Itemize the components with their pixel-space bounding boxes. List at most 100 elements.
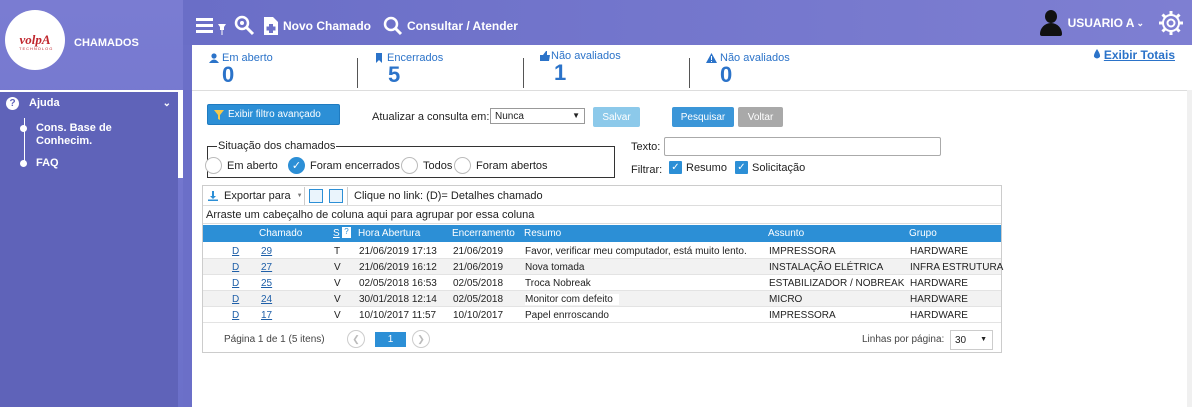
table-row[interactable]: D 25 V 02/05/2018 16:53 02/05/2018 Troca… — [203, 275, 1001, 291]
table-row[interactable]: D 24 V 30/01/2018 12:14 02/05/2018 Monit… — [203, 291, 1001, 307]
dropdown-arrow-icon: ▼ — [572, 111, 580, 120]
filter-label: Filtrar: — [631, 164, 663, 176]
avatar — [1039, 10, 1062, 36]
sidebar-item-help[interactable]: ? Ajuda ⌄ — [6, 95, 171, 111]
stat-open[interactable]: Em aberto 0 — [209, 52, 273, 86]
show-totals-label: Exibir Totais — [1103, 48, 1175, 62]
main-scrollbar[interactable] — [1187, 90, 1192, 407]
text-search-input[interactable] — [664, 137, 941, 156]
new-ticket-label: Novo Chamado — [283, 19, 372, 33]
ticket-link[interactable]: 29 — [261, 246, 272, 257]
column-header-chamado[interactable]: Chamado — [259, 228, 302, 239]
radio-label: Foram encerrados — [310, 159, 400, 172]
grid-header: Chamado S ? Hora Abertura Encerramento R… — [203, 225, 1001, 242]
sidebar-scrollbar[interactable] — [178, 90, 183, 178]
drop-icon — [1093, 49, 1100, 59]
user-menu[interactable]: USUARIO A ⌄ — [1039, 10, 1184, 36]
group-cell: HARDWARE — [910, 278, 968, 289]
details-link[interactable]: D — [232, 262, 239, 273]
column-header-group[interactable]: Grupo — [909, 228, 937, 239]
consult-button[interactable]: Consultar / Atender — [383, 16, 518, 36]
advanced-filter-label: Exibir filtro avançado — [228, 109, 321, 120]
refresh-select[interactable]: Nunca ▼ — [490, 108, 585, 124]
details-link[interactable]: D — [232, 278, 239, 289]
summary-cell: Favor, verificar meu computador, está mu… — [525, 246, 747, 257]
advanced-filter-button[interactable]: Exibir filtro avançado — [207, 104, 340, 125]
show-totals-link[interactable]: Exibir Totais — [1093, 48, 1175, 62]
radio-opened[interactable]: Foram abertos — [454, 157, 548, 174]
subject-cell: IMPRESSORA — [769, 246, 836, 257]
details-link[interactable]: D — [232, 294, 239, 305]
sidebar-item-faq[interactable]: FAQ — [20, 157, 59, 169]
toolbar-divider — [304, 186, 305, 205]
help-icon[interactable]: ? — [342, 227, 351, 238]
closing-cell: 10/10/2017 — [453, 310, 504, 321]
checkbox-request[interactable]: ✓ Solicitação — [735, 161, 805, 174]
chevron-left-icon: ❮ — [352, 333, 360, 344]
prev-page-button[interactable]: ❮ — [347, 330, 365, 348]
checkbox-summary[interactable]: ✓ Resumo — [669, 161, 727, 174]
summary-cell: Nova tomada — [525, 262, 585, 273]
status-cell: V — [334, 262, 341, 273]
radio-closed[interactable]: ✓ Foram encerrados — [288, 157, 400, 174]
subject-cell: ESTABILIZADOR / NOBREAK — [769, 278, 905, 289]
search-tools-button[interactable] — [233, 14, 255, 36]
check-icon: ✓ — [669, 161, 682, 174]
ticket-link[interactable]: 17 — [261, 310, 272, 321]
group-panel[interactable]: Arraste um cabeçalho de coluna aqui para… — [203, 207, 1001, 224]
next-page-button[interactable]: ❯ — [412, 330, 430, 348]
save-button[interactable]: Salvar — [593, 107, 640, 127]
radio-label: Todos — [423, 159, 453, 172]
top-bar: Novo Chamado Consultar / Atender USUARIO… — [183, 0, 1192, 45]
consult-label: Consultar / Atender — [407, 19, 518, 33]
table-row[interactable]: D 27 V 21/06/2019 16:12 21/06/2019 Nova … — [203, 259, 1003, 275]
status-cell: T — [334, 246, 341, 257]
details-link[interactable]: D — [232, 246, 239, 257]
column-header-closing[interactable]: Encerramento — [452, 228, 515, 239]
divider — [192, 90, 1187, 91]
ticket-link[interactable]: 25 — [261, 278, 272, 289]
per-page-select[interactable]: 30 ▼ — [950, 330, 993, 350]
menu-pin-button[interactable] — [196, 16, 230, 36]
opening-cell: 10/10/2017 11:57 — [359, 310, 437, 321]
group-cell: HARDWARE — [910, 294, 968, 305]
stat-not-rated-warning[interactable]: Não avaliados 0 — [706, 52, 790, 86]
export-button[interactable]: Exportar para ▼ — [203, 190, 304, 202]
column-header-opening[interactable]: Hora Abertura — [358, 228, 420, 239]
table-row[interactable]: D 17 V 10/10/2017 11:57 10/10/2017 Papel… — [203, 307, 1001, 323]
stat-value: 0 — [222, 62, 235, 87]
search-button[interactable]: Pesquisar — [672, 107, 734, 127]
closing-cell: 21/06/2019 — [453, 262, 504, 273]
logo-subtext: TECHNOLOG — [19, 46, 54, 51]
column-header-s[interactable]: S — [333, 228, 340, 239]
status-cell: V — [334, 310, 341, 321]
new-ticket-button[interactable]: Novo Chamado — [263, 16, 371, 36]
table-row[interactable]: D 29 T 21/06/2019 17:13 21/06/2019 Favor… — [203, 243, 1001, 259]
column-header-summary[interactable]: Resumo — [524, 228, 561, 239]
bullet-icon — [20, 125, 27, 132]
layout-button[interactable] — [329, 188, 343, 203]
caret-down-icon: ▼ — [296, 192, 303, 199]
sidebar-item-knowledge-base[interactable]: Cons. Base de Conhecim. — [20, 122, 112, 148]
subject-cell: MICRO — [769, 294, 803, 305]
per-page-value: 30 — [955, 334, 967, 346]
ticket-link[interactable]: 27 — [261, 262, 272, 273]
page-info: Página 1 de 1 (5 itens) — [224, 334, 325, 345]
radio-all[interactable]: Todos — [401, 157, 452, 174]
radio-open[interactable]: Em aberto — [205, 157, 278, 174]
stat-closed[interactable]: Encerrados 5 — [374, 52, 443, 86]
page-1-button[interactable]: 1 — [375, 332, 406, 347]
user-name: USUARIO A — [1067, 16, 1135, 30]
group-cell: HARDWARE — [910, 246, 968, 257]
logo[interactable]: volpA TECHNOLOG — [5, 10, 65, 70]
ticket-link[interactable]: 24 — [261, 294, 272, 305]
details-link[interactable]: D — [232, 310, 239, 321]
gear-icon[interactable] — [1158, 10, 1184, 36]
column-header-subject[interactable]: Assunto — [768, 228, 804, 239]
stat-not-rated[interactable]: Não avaliados 1 — [540, 50, 621, 84]
back-button[interactable]: Voltar — [738, 107, 783, 127]
opening-cell: 21/06/2019 17:13 — [359, 246, 437, 257]
group-hint-text: Arraste um cabeçalho de coluna aqui para… — [206, 209, 535, 221]
user-icon — [209, 53, 219, 63]
column-chooser-button[interactable] — [309, 188, 323, 203]
